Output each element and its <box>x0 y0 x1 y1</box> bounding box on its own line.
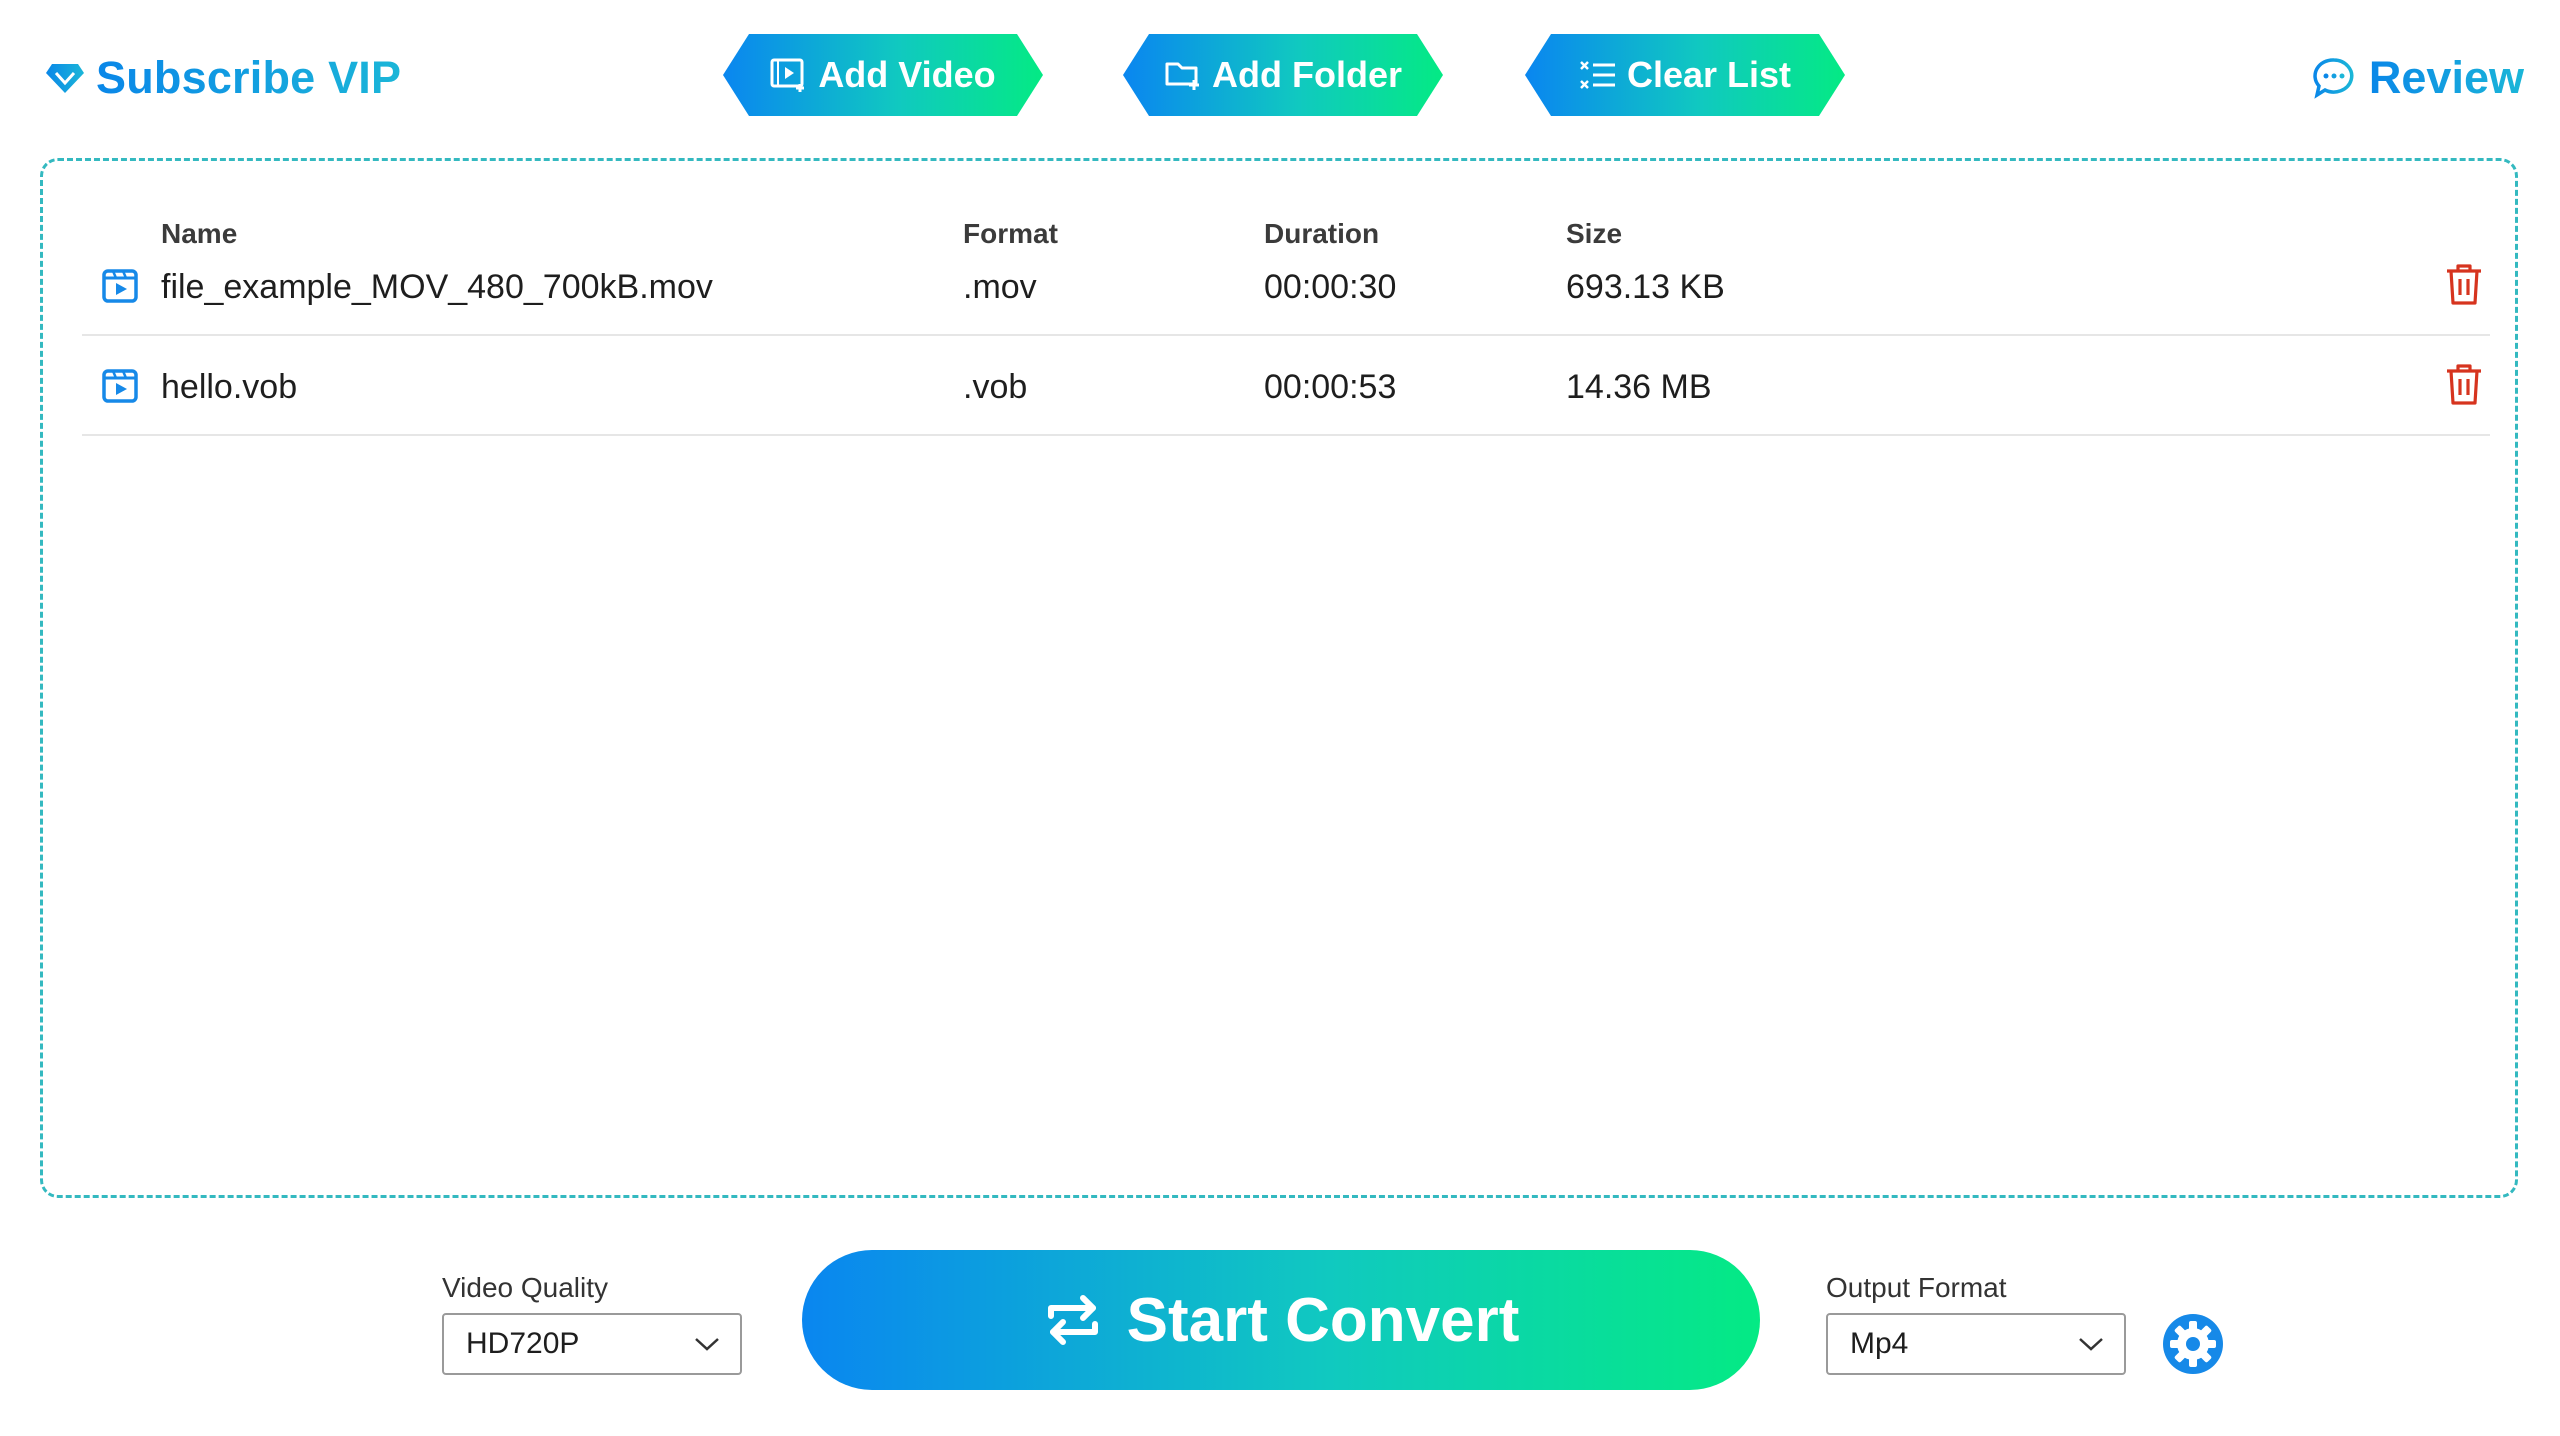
review-label: Review <box>2368 52 2524 103</box>
video-quality-select[interactable]: HD720P <box>442 1313 742 1375</box>
column-header-name: Name <box>161 218 238 249</box>
file-duration: 00:00:53 <box>1264 368 1397 406</box>
delete-row-button[interactable] <box>2444 262 2484 306</box>
file-name: file_example_MOV_480_700kB.mov <box>161 268 713 306</box>
start-convert-label: Start Convert <box>1126 1285 1520 1355</box>
review-link[interactable]: Review <box>2313 48 2524 108</box>
row-divider <box>82 434 2490 436</box>
convert-arrows-icon <box>1047 1295 1098 1345</box>
video-quality-value: HD720P <box>466 1327 580 1360</box>
file-format: .mov <box>963 268 1037 306</box>
clear-list-button[interactable]: Clear List <box>1525 34 1845 116</box>
file-size: 693.13 KB <box>1566 268 1725 306</box>
chat-bubble-icon <box>2313 58 2354 99</box>
diamond-icon <box>46 64 84 93</box>
delete-row-button[interactable] <box>2444 362 2484 406</box>
trash-icon <box>2447 264 2481 305</box>
file-name: hello.vob <box>161 368 298 406</box>
file-duration: 00:00:30 <box>1264 268 1397 306</box>
file-size: 14.36 MB <box>1566 368 1712 406</box>
clear-list-icon <box>1579 59 1617 91</box>
add-folder-label: Add Folder <box>1212 54 1402 95</box>
start-convert-button[interactable]: Start Convert <box>802 1250 1760 1390</box>
file-format: .vob <box>963 368 1028 406</box>
video-quality-label: Video Quality <box>442 1272 609 1303</box>
add-video-button[interactable]: Add Video <box>723 34 1043 116</box>
trash-icon <box>2447 364 2481 405</box>
video-file-icon <box>102 269 138 303</box>
output-format-select[interactable]: Mp4 <box>1826 1313 2126 1375</box>
column-header-format: Format <box>963 218 1058 249</box>
video-file-icon <box>102 369 138 403</box>
add-folder-button[interactable]: Add Folder <box>1123 34 1443 116</box>
clear-list-label: Clear List <box>1626 54 1792 95</box>
add-video-label: Add Video <box>818 54 996 95</box>
chevron-down-icon <box>695 1338 719 1351</box>
folder-add-icon <box>1164 58 1202 92</box>
subscribe-vip-label: Subscribe VIP <box>96 52 402 103</box>
column-header-size: Size <box>1566 218 1623 249</box>
column-header-duration: Duration <box>1264 218 1380 249</box>
output-format-value: Mp4 <box>1850 1327 1909 1360</box>
gear-icon <box>2163 1314 2223 1374</box>
chevron-down-icon <box>2079 1338 2103 1351</box>
video-add-icon <box>770 58 808 92</box>
output-format-label: Output Format <box>1826 1272 2007 1303</box>
settings-button[interactable] <box>2162 1313 2224 1375</box>
subscribe-vip-link[interactable]: Subscribe VIP <box>44 48 401 108</box>
